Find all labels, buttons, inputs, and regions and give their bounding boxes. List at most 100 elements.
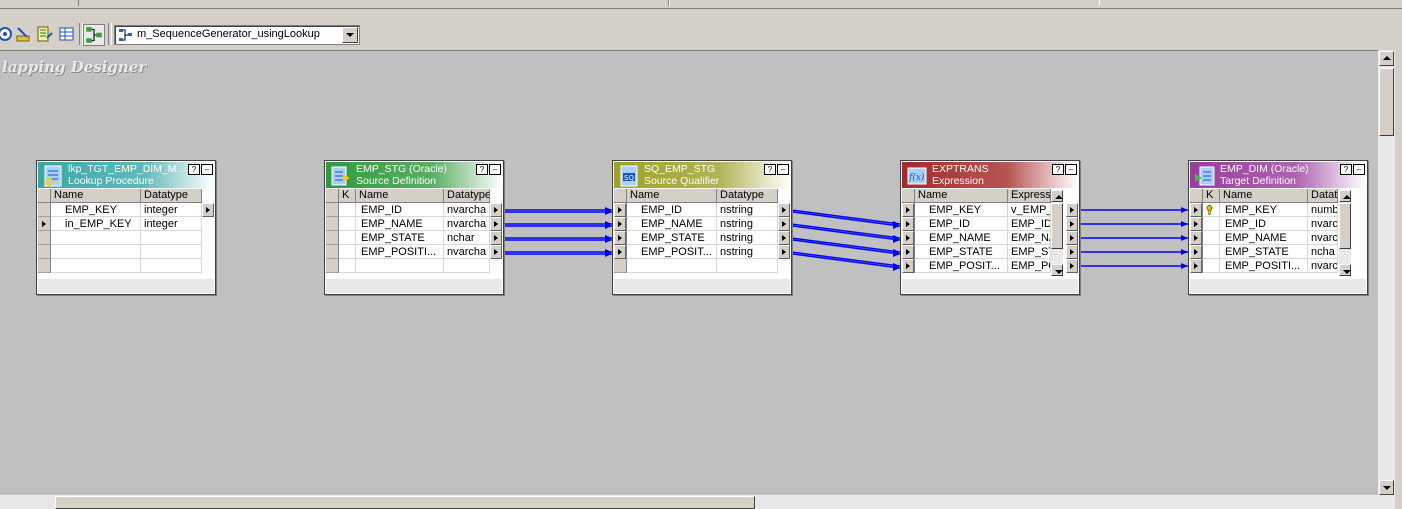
row-selector[interactable] [326, 203, 339, 217]
transformation-header[interactable]: lkp_TGT_EMP_DIM_M... Lookup Procedure ? … [38, 162, 214, 188]
port-name[interactable]: EMP_POSIT... [915, 259, 1008, 273]
port-row[interactable]: EMP_STATE nchar [326, 231, 502, 245]
help-icon[interactable]: ? [476, 164, 488, 175]
port-name[interactable]: EMP_ID [1220, 217, 1308, 231]
port-datatype[interactable] [717, 259, 778, 273]
input-port-icon[interactable] [614, 217, 626, 231]
row-selector[interactable] [326, 259, 339, 273]
source-qualifier[interactable]: SQ SQ_EMP_STG Source Qualifier ? – Name … [612, 160, 792, 295]
port-row[interactable]: EMP_ID nvarcha [326, 203, 502, 217]
row-selector[interactable] [326, 245, 339, 259]
row-selector[interactable] [38, 203, 51, 217]
port-datatype[interactable] [444, 259, 490, 273]
port-datatype[interactable] [141, 245, 202, 259]
port-name[interactable]: EMP_POSITI... [1220, 259, 1308, 273]
port-expression[interactable]: v_EMP_ [1008, 203, 1051, 217]
minimize-icon[interactable]: – [1353, 164, 1365, 175]
port-expression[interactable]: EMP_ST [1008, 245, 1051, 259]
port-name[interactable] [356, 259, 444, 273]
port-name[interactable]: EMP_ID [356, 203, 444, 217]
column-header-name[interactable]: Name [356, 189, 444, 203]
port-row[interactable]: EMP_NAME nstring [614, 217, 790, 231]
port-datatype[interactable]: nvarcha [444, 245, 490, 259]
input-port-icon[interactable] [902, 231, 914, 245]
port-datatype[interactable] [141, 231, 202, 245]
column-header-datatype[interactable]: Datat [1308, 189, 1338, 203]
horizontal-scrollbar[interactable] [38, 279, 214, 293]
port-expression[interactable]: EMP_PO [1008, 259, 1051, 273]
port-datatype[interactable] [141, 259, 202, 273]
empty-row[interactable] [326, 259, 502, 273]
help-icon[interactable]: ? [1052, 164, 1064, 175]
minimize-icon[interactable]: – [201, 164, 213, 175]
port-name[interactable]: EMP_KEY [915, 203, 1008, 217]
horizontal-scrollbar[interactable] [326, 279, 502, 293]
minimize-icon[interactable]: – [777, 164, 789, 175]
column-header-name[interactable]: Name [627, 189, 717, 203]
port-name[interactable] [51, 245, 141, 259]
port-link[interactable] [792, 239, 901, 255]
port-datatype[interactable]: nvarc [1308, 231, 1338, 245]
port-datatype[interactable]: nchar [444, 231, 490, 245]
port-link[interactable] [792, 211, 901, 227]
empty-row[interactable] [614, 259, 790, 273]
row-selector[interactable] [38, 259, 51, 273]
horizontal-scrollbar[interactable] [902, 279, 1078, 293]
output-port-icon[interactable] [490, 217, 502, 231]
output-port-icon[interactable] [778, 217, 790, 231]
port-name[interactable]: EMP_STATE [627, 231, 717, 245]
port-row[interactable]: EMP_NAME nvarcha [326, 217, 502, 231]
minimize-icon[interactable]: – [1065, 164, 1077, 175]
input-port-icon[interactable] [614, 245, 626, 259]
row-selector[interactable] [38, 245, 51, 259]
empty-row[interactable] [38, 231, 214, 245]
port-name[interactable]: EMP_ID [627, 203, 717, 217]
input-port-icon[interactable] [1190, 245, 1202, 259]
input-port-icon[interactable] [902, 217, 914, 231]
port-datatype[interactable]: nvarcha [444, 217, 490, 231]
empty-row[interactable] [38, 245, 214, 259]
port-name[interactable]: EMP_POSIT... [627, 245, 717, 259]
target-definition[interactable]: EMP_DIM (Oracle) Target Definition ? – K… [1188, 160, 1368, 295]
output-port-icon[interactable] [1066, 217, 1078, 231]
scroll-down-button[interactable] [1051, 264, 1063, 276]
output-port-icon[interactable] [1066, 259, 1078, 273]
source-definition[interactable]: EMP_STG (Oracle) Source Definition ? – K… [324, 160, 504, 295]
help-icon[interactable]: ? [188, 164, 200, 175]
port-link[interactable] [792, 225, 901, 241]
vertical-scrollbar[interactable] [1339, 190, 1351, 276]
output-port-icon[interactable] [778, 245, 790, 259]
port-datatype[interactable]: nvarc [1308, 217, 1338, 231]
port-datatype[interactable]: integer [141, 217, 202, 231]
port-datatype[interactable]: integer [141, 203, 202, 217]
port-datatype[interactable]: nstring [717, 203, 778, 217]
output-port-icon[interactable] [1066, 245, 1078, 259]
input-port-icon[interactable] [1190, 217, 1202, 231]
column-header-key[interactable]: K [1203, 189, 1220, 203]
port-row[interactable]: EMP_ID nstring [614, 203, 790, 217]
port-name[interactable]: EMP_STATE [356, 231, 444, 245]
input-port-icon[interactable] [902, 203, 914, 217]
input-port-icon[interactable] [1190, 203, 1202, 217]
row-selector[interactable] [326, 231, 339, 245]
port-name[interactable]: EMP_KEY [51, 203, 141, 217]
input-port-icon[interactable] [1190, 259, 1202, 273]
transformation-header[interactable]: f(x) EXPTRANS Expression ? – [902, 162, 1078, 188]
port-row[interactable]: EMP_KEY integer [38, 203, 214, 217]
horizontal-scrollbar[interactable] [614, 279, 790, 293]
scroll-up-button[interactable] [1339, 190, 1351, 202]
port-name[interactable]: EMP_STATE [915, 245, 1008, 259]
port-expression[interactable]: EMP_ID [1008, 217, 1051, 231]
port-name[interactable]: EMP_POSITI... [356, 245, 444, 259]
column-header-expression[interactable]: Expressi [1008, 189, 1051, 203]
port-name[interactable]: EMP_NAME [627, 217, 717, 231]
port-row[interactable]: EMP_POSITI... nvarcha [326, 245, 502, 259]
vertical-scroll-thumb[interactable] [1339, 203, 1351, 249]
port-name[interactable]: in_EMP_KEY [51, 217, 141, 231]
transformation-header[interactable]: EMP_STG (Oracle) Source Definition ? – [326, 162, 502, 188]
port-name[interactable]: EMP_NAME [356, 217, 444, 231]
row-selector[interactable] [614, 259, 627, 273]
port-row[interactable]: EMP_STATE nstring [614, 231, 790, 245]
output-port-icon[interactable] [778, 231, 790, 245]
port-name[interactable] [51, 231, 141, 245]
